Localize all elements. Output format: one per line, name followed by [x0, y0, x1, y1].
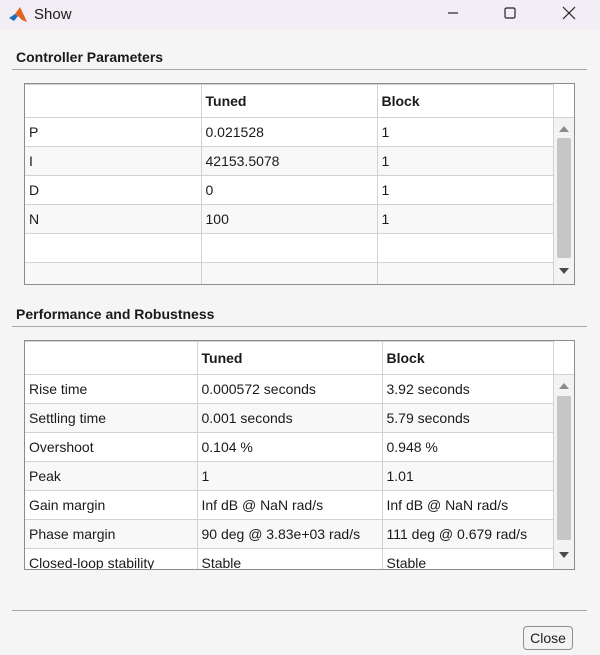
section-divider: [12, 326, 587, 327]
table-row[interactable]: Phase margin 90 deg @ 3.83e+03 rad/s 111…: [25, 519, 554, 549]
table-row[interactable]: Peak 1 1.01: [25, 461, 554, 491]
table-row[interactable]: I 42153.5078 1: [25, 146, 554, 176]
close-button[interactable]: Close: [523, 626, 573, 650]
table-cell[interactable]: 0.021528: [200, 117, 378, 147]
table-row[interactable]: Rise time 0.000572 seconds 3.92 seconds: [25, 374, 554, 404]
row-label: N: [25, 204, 202, 234]
column-header-block[interactable]: Block: [376, 84, 554, 118]
scrollbar-header-cap: [554, 84, 574, 118]
table-cell[interactable]: 0.000572 seconds: [196, 374, 383, 404]
maximize-button[interactable]: [487, 0, 533, 30]
row-label: Rise time: [25, 374, 198, 404]
scroll-down-icon[interactable]: [558, 550, 570, 560]
table-cell[interactable]: 1.01: [381, 461, 554, 491]
row-label: Phase margin: [25, 519, 198, 549]
row-label: P: [25, 117, 202, 147]
table-row[interactable]: [25, 262, 554, 284]
table-cell[interactable]: 0.948 %: [381, 432, 554, 462]
table-cell[interactable]: Stable: [196, 548, 383, 569]
table-row[interactable]: N 100 1: [25, 204, 554, 234]
table-cell[interactable]: [376, 233, 554, 263]
table-cell[interactable]: Inf dB @ NaN rad/s: [381, 490, 554, 520]
performance-robustness-title: Performance and Robustness: [16, 306, 215, 322]
table-cell[interactable]: [376, 262, 554, 284]
column-header-tuned[interactable]: Tuned: [196, 341, 383, 375]
row-label: [25, 233, 202, 263]
minimize-icon: [447, 6, 459, 24]
table-cell[interactable]: 0: [200, 175, 378, 205]
table-cell[interactable]: 3.92 seconds: [381, 374, 554, 404]
table-row[interactable]: Settling time 0.001 seconds 5.79 seconds: [25, 403, 554, 433]
column-header[interactable]: [25, 341, 198, 375]
table-row[interactable]: Closed-loop stability Stable Stable: [25, 548, 554, 569]
scrollbar-thumb[interactable]: [557, 396, 571, 540]
maximize-icon: [504, 6, 516, 24]
table-cell[interactable]: 1: [196, 461, 383, 491]
controller-parameters-table[interactable]: Tuned Block P 0.021528 1 I 42153.5078 1 …: [24, 83, 575, 285]
row-label: D: [25, 175, 202, 205]
close-icon: [562, 6, 576, 25]
minimize-button[interactable]: [430, 0, 476, 30]
matlab-icon: [8, 5, 28, 25]
scroll-up-icon[interactable]: [558, 381, 570, 391]
table-cell[interactable]: 5.79 seconds: [381, 403, 554, 433]
row-label: Peak: [25, 461, 198, 491]
performance-robustness-table[interactable]: Tuned Block Rise time 0.000572 seconds 3…: [24, 340, 575, 570]
row-label: Overshoot: [25, 432, 198, 462]
vertical-scrollbar[interactable]: [553, 341, 574, 569]
table-header-row: Tuned Block: [25, 341, 554, 375]
table-row[interactable]: P 0.021528 1: [25, 117, 554, 147]
table-cell[interactable]: 100: [200, 204, 378, 234]
scroll-up-icon[interactable]: [558, 124, 570, 134]
table-cell[interactable]: 90 deg @ 3.83e+03 rad/s: [196, 519, 383, 549]
scrollbar-thumb[interactable]: [557, 138, 571, 258]
table-cell[interactable]: 0.001 seconds: [196, 403, 383, 433]
table-cell[interactable]: 111 deg @ 0.679 rad/s: [381, 519, 554, 549]
column-header[interactable]: [25, 84, 202, 118]
table-row[interactable]: D 0 1: [25, 175, 554, 205]
table-row[interactable]: Overshoot 0.104 % 0.948 %: [25, 432, 554, 462]
table-cell[interactable]: 42153.5078: [200, 146, 378, 176]
table-cell[interactable]: 1: [376, 204, 554, 234]
row-label: Settling time: [25, 403, 198, 433]
table-cell[interactable]: 0.104 %: [196, 432, 383, 462]
table-cell[interactable]: Inf dB @ NaN rad/s: [196, 490, 383, 520]
table-cell[interactable]: [200, 262, 378, 284]
footer-divider: [12, 610, 587, 611]
title-bar: Show: [0, 0, 600, 30]
row-label: Gain margin: [25, 490, 198, 520]
close-window-button[interactable]: [546, 0, 592, 30]
table-cell[interactable]: 1: [376, 146, 554, 176]
scrollbar-header-cap: [554, 341, 574, 375]
vertical-scrollbar[interactable]: [553, 84, 574, 284]
table-row[interactable]: [25, 233, 554, 263]
controller-parameters-title: Controller Parameters: [16, 49, 164, 65]
row-label: I: [25, 146, 202, 176]
table-cell[interactable]: 1: [376, 117, 554, 147]
window-title: Show: [34, 6, 72, 23]
table-cell[interactable]: [200, 233, 378, 263]
section-divider: [12, 69, 587, 70]
table-cell[interactable]: 1: [376, 175, 554, 205]
column-header-block[interactable]: Block: [381, 341, 554, 375]
table-header-row: Tuned Block: [25, 84, 554, 118]
row-label: Closed-loop stability: [25, 548, 198, 569]
column-header-tuned[interactable]: Tuned: [200, 84, 378, 118]
scroll-down-icon[interactable]: [558, 266, 570, 276]
table-cell[interactable]: Stable: [381, 548, 554, 569]
row-label: [25, 262, 202, 284]
table-row[interactable]: Gain margin Inf dB @ NaN rad/s Inf dB @ …: [25, 490, 554, 520]
